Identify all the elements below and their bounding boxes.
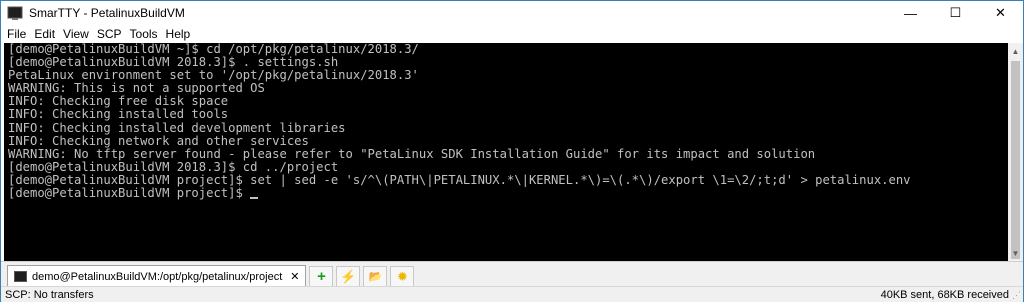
app-window: SmarTTY - PetalinuxBuildVM — ☐ ✕ File Ed…: [0, 0, 1024, 302]
terminal-output[interactable]: [demo@PetalinuxBuildVM ~]$ cd /opt/pkg/p…: [4, 43, 1008, 261]
menu-help[interactable]: Help: [162, 27, 195, 41]
terminal-line: WARNING: No tftp server found - please r…: [8, 146, 816, 161]
window-controls: — ☐ ✕: [888, 1, 1023, 25]
terminal-cursor: [250, 197, 259, 200]
menu-tools[interactable]: Tools: [126, 27, 162, 41]
tab-close-icon[interactable]: ✕: [290, 270, 299, 283]
minimize-button[interactable]: —: [888, 1, 933, 25]
terminal-line: INFO: Checking network and other service…: [8, 133, 309, 148]
window-title: SmarTTY - PetalinuxBuildVM: [29, 6, 185, 20]
run-command-button[interactable]: ⚡: [336, 266, 361, 287]
sun-gear-icon: ✹: [397, 268, 408, 284]
scroll-up-arrow-icon[interactable]: ▲: [1008, 43, 1023, 59]
scp-status: SCP: No transfers: [5, 288, 94, 301]
title-bar[interactable]: SmarTTY - PetalinuxBuildVM — ☐ ✕: [1, 1, 1023, 25]
menu-scp[interactable]: SCP: [93, 27, 126, 41]
session-tab-bar: demo@PetalinuxBuildVM:/opt/pkg/petalinux…: [1, 261, 1023, 287]
status-bar: SCP: No transfers 40KB sent, 68KB receiv…: [1, 286, 1023, 302]
terminal-line: INFO: Checking installed tools: [8, 107, 229, 122]
terminal-prompt: [demo@PetalinuxBuildVM project]$: [8, 186, 251, 201]
lightning-icon: ⚡: [340, 268, 357, 284]
settings-button[interactable]: ✹: [390, 266, 415, 287]
transfer-stats: 40KB sent, 68KB received: [880, 288, 1009, 301]
vertical-scrollbar[interactable]: ▲ ▼: [1008, 43, 1023, 261]
terminal-icon: [14, 271, 27, 282]
terminal-line: INFO: Checking installed development lib…: [8, 120, 346, 135]
plus-icon: +: [317, 268, 326, 285]
menu-file[interactable]: File: [1, 27, 30, 41]
maximize-button[interactable]: ☐: [933, 1, 978, 25]
terminal-prompt-line: [demo@PetalinuxBuildVM project]$: [4, 186, 1008, 201]
close-button[interactable]: ✕: [978, 1, 1023, 25]
scroll-down-arrow-icon[interactable]: ▼: [1008, 245, 1023, 261]
scrollbar-thumb[interactable]: [1011, 61, 1020, 259]
menu-edit[interactable]: Edit: [30, 27, 59, 41]
session-tab[interactable]: demo@PetalinuxBuildVM:/opt/pkg/petalinux…: [7, 265, 307, 287]
open-folder-button[interactable]: 📂: [363, 266, 388, 287]
new-session-button[interactable]: +: [309, 266, 334, 287]
menu-view[interactable]: View: [59, 27, 93, 41]
session-tab-label: demo@PetalinuxBuildVM:/opt/pkg/petalinux…: [32, 270, 283, 283]
smartty-app-icon: [7, 6, 23, 20]
folder-icon: 📂: [368, 271, 383, 283]
menu-bar: File Edit View SCP Tools Help: [1, 25, 1023, 43]
resize-grip-icon[interactable]: ⋰: [1012, 290, 1021, 301]
terminal-line: [demo@PetalinuxBuildVM 2018.3]$ cd ../pr…: [8, 159, 339, 174]
